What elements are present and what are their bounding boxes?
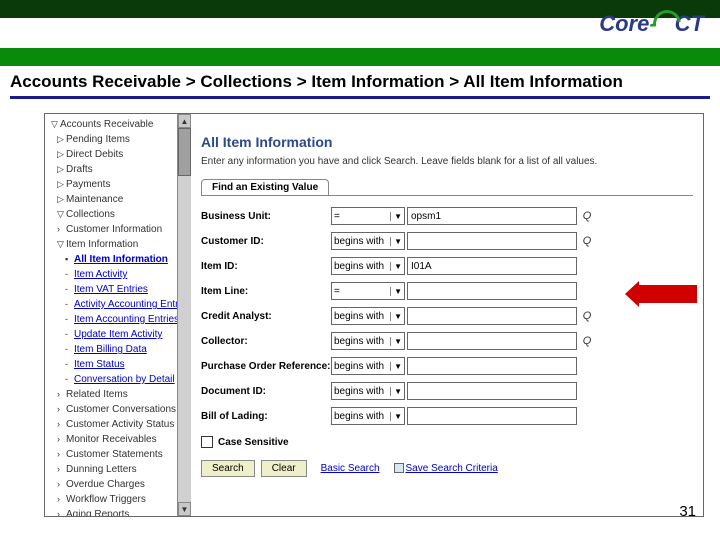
logo: Core- CT (599, 6, 704, 42)
field-label: Business Unit: (201, 211, 331, 222)
case-sensitive-checkbox[interactable] (201, 436, 213, 448)
chevron-down-icon: ▼ (390, 362, 402, 371)
sidebar-item[interactable]: ▷Direct Debits (47, 147, 175, 162)
chevron-down-icon: ▼ (390, 287, 402, 296)
search-row: Business Unit:=▼ Q (201, 206, 693, 226)
value-input[interactable] (407, 332, 577, 350)
search-row: Purchase Order Reference:begins with▼ (201, 356, 693, 376)
page-description: Enter any information you have and click… (201, 156, 693, 167)
chevron-down-icon: ▼ (390, 312, 402, 321)
operator-select[interactable]: =▼ (331, 207, 405, 225)
value-input[interactable] (407, 257, 577, 275)
value-input[interactable] (407, 357, 577, 375)
content-panel: ▽Accounts Receivable▷Pending Items▷Direc… (44, 113, 704, 517)
main-panel: All Item Information Enter any informati… (191, 114, 703, 516)
value-input[interactable] (407, 232, 577, 250)
operator-select[interactable]: =▼ (331, 282, 405, 300)
sidebar-item[interactable]: ›Related Items (47, 387, 175, 402)
sidebar-item[interactable]: ▪All Item Information (47, 252, 175, 267)
sidebar-item[interactable]: ›Aging Reports (47, 507, 175, 516)
field-label: Collector: (201, 336, 331, 347)
sidebar-item[interactable]: -Update Item Activity (47, 327, 175, 342)
lookup-icon[interactable]: Q (580, 309, 594, 323)
sidebar-item[interactable]: -Item Accounting Entries (47, 312, 175, 327)
sidebar-item[interactable]: ▷Drafts (47, 162, 175, 177)
value-input[interactable] (407, 407, 577, 425)
sidebar-item[interactable]: ▽Item Information (47, 237, 175, 252)
sidebar-item[interactable]: -Conversation by Detail (47, 372, 175, 387)
sidebar-item[interactable]: ▷Pending Items (47, 132, 175, 147)
value-input[interactable] (407, 382, 577, 400)
search-row: Item Line:=▼ (201, 281, 693, 301)
sidebar-item[interactable]: ›Dunning Letters (47, 462, 175, 477)
operator-select[interactable]: begins with▼ (331, 257, 405, 275)
lookup-icon[interactable]: Q (580, 334, 594, 348)
tab-find-existing[interactable]: Find an Existing Value (201, 179, 329, 195)
search-row: Customer ID:begins with▼ Q (201, 231, 693, 251)
field-label: Credit Analyst: (201, 311, 331, 322)
value-input[interactable] (407, 282, 577, 300)
field-label: Customer ID: (201, 236, 331, 247)
sidebar-item[interactable]: ▽Collections (47, 207, 175, 222)
field-label: Document ID: (201, 386, 331, 397)
sidebar-item[interactable]: ›Customer Statements (47, 447, 175, 462)
sidebar-item[interactable]: -Item VAT Entries (47, 282, 175, 297)
basic-search-link[interactable]: Basic Search (321, 463, 380, 474)
chevron-down-icon: ▼ (390, 212, 402, 221)
sidebar-item[interactable]: ›Customer Conversations (47, 402, 175, 417)
scrollbar[interactable]: ▲ ▼ (177, 114, 191, 516)
save-search-link[interactable]: Save Search Criteria (394, 463, 498, 474)
sidebar-item[interactable]: ›Customer Activity Status (47, 417, 175, 432)
search-row: Collector:begins with▼ Q (201, 331, 693, 351)
sidebar-item[interactable]: ›Monitor Receivables (47, 432, 175, 447)
case-sensitive-label: Case Sensitive (218, 437, 289, 448)
chevron-down-icon: ▼ (390, 387, 402, 396)
arrow-callout-icon (639, 285, 697, 303)
field-label: Bill of Lading: (201, 411, 331, 422)
search-row: Bill of Lading:begins with▼ (201, 406, 693, 426)
breadcrumb: Accounts Receivable > Collections > Item… (10, 72, 710, 99)
save-icon (394, 463, 404, 473)
sidebar-item[interactable]: ▷Maintenance (47, 192, 175, 207)
page-title: All Item Information (201, 134, 693, 150)
search-row: Item ID:begins with▼ (201, 256, 693, 276)
operator-select[interactable]: begins with▼ (331, 332, 405, 350)
page-number: 31 (679, 503, 696, 520)
sidebar-item[interactable]: -Activity Accounting Entries (47, 297, 175, 312)
sidebar-item[interactable]: ›Overdue Charges (47, 477, 175, 492)
value-input[interactable] (407, 207, 577, 225)
operator-select[interactable]: begins with▼ (331, 232, 405, 250)
lookup-icon[interactable]: Q (580, 234, 594, 248)
clear-button[interactable]: Clear (261, 460, 307, 477)
sidebar-item[interactable]: -Item Activity (47, 267, 175, 282)
chevron-down-icon: ▼ (390, 412, 402, 421)
field-label: Purchase Order Reference: (201, 361, 331, 372)
operator-select[interactable]: begins with▼ (331, 357, 405, 375)
search-button[interactable]: Search (201, 460, 255, 477)
scroll-up-icon[interactable]: ▲ (178, 114, 191, 128)
sidebar-item[interactable]: ›Customer Information (47, 222, 175, 237)
operator-select[interactable]: begins with▼ (331, 307, 405, 325)
sidebar-item[interactable]: ▷Payments (47, 177, 175, 192)
operator-select[interactable]: begins with▼ (331, 407, 405, 425)
sidebar-item[interactable]: -Item Status (47, 357, 175, 372)
lookup-icon[interactable]: Q (580, 209, 594, 223)
field-label: Item Line: (201, 286, 331, 297)
sidebar: ▽Accounts Receivable▷Pending Items▷Direc… (45, 114, 191, 516)
scroll-thumb[interactable] (178, 128, 191, 176)
chevron-down-icon: ▼ (390, 337, 402, 346)
search-row: Credit Analyst:begins with▼ Q (201, 306, 693, 326)
sidebar-item[interactable]: ▽Accounts Receivable (47, 117, 175, 132)
scroll-down-icon[interactable]: ▼ (178, 502, 191, 516)
chevron-down-icon: ▼ (390, 237, 402, 246)
operator-select[interactable]: begins with▼ (331, 382, 405, 400)
field-label: Item ID: (201, 261, 331, 272)
sidebar-item[interactable]: -Item Billing Data (47, 342, 175, 357)
chevron-down-icon: ▼ (390, 262, 402, 271)
search-row: Document ID:begins with▼ (201, 381, 693, 401)
green-bar (0, 48, 720, 66)
value-input[interactable] (407, 307, 577, 325)
sidebar-item[interactable]: ›Workflow Triggers (47, 492, 175, 507)
